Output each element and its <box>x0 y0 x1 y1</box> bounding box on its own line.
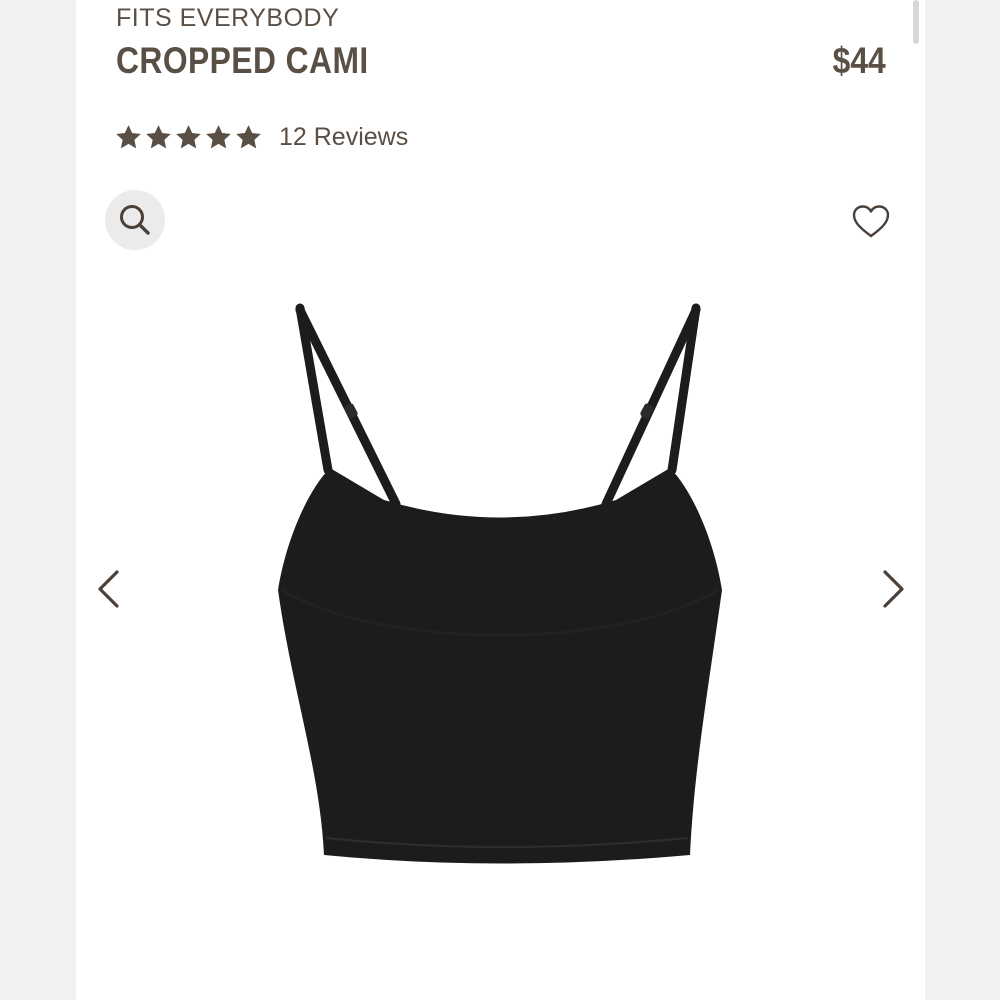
product-collection: FITS EVERYBODY <box>116 4 340 32</box>
star-icon <box>206 124 231 148</box>
star-icon <box>176 124 201 148</box>
heart-icon[interactable] <box>851 203 891 241</box>
reviews-link[interactable]: 12 Reviews <box>279 123 408 152</box>
chevron-right-icon[interactable] <box>876 566 912 612</box>
scrollbar[interactable] <box>913 0 919 44</box>
star-rating <box>114 123 263 152</box>
product-price: $44 <box>832 40 886 81</box>
rating-summary[interactable]: 12 Reviews <box>114 119 408 155</box>
star-icon <box>116 124 141 148</box>
magnifier-icon <box>120 205 150 235</box>
product-image <box>278 303 722 864</box>
zoom-button[interactable] <box>105 190 165 250</box>
product-title: CROPPED CAMI <box>116 40 369 81</box>
chevron-left-icon[interactable] <box>90 566 126 612</box>
star-icon <box>236 124 261 148</box>
star-icon <box>146 124 171 148</box>
